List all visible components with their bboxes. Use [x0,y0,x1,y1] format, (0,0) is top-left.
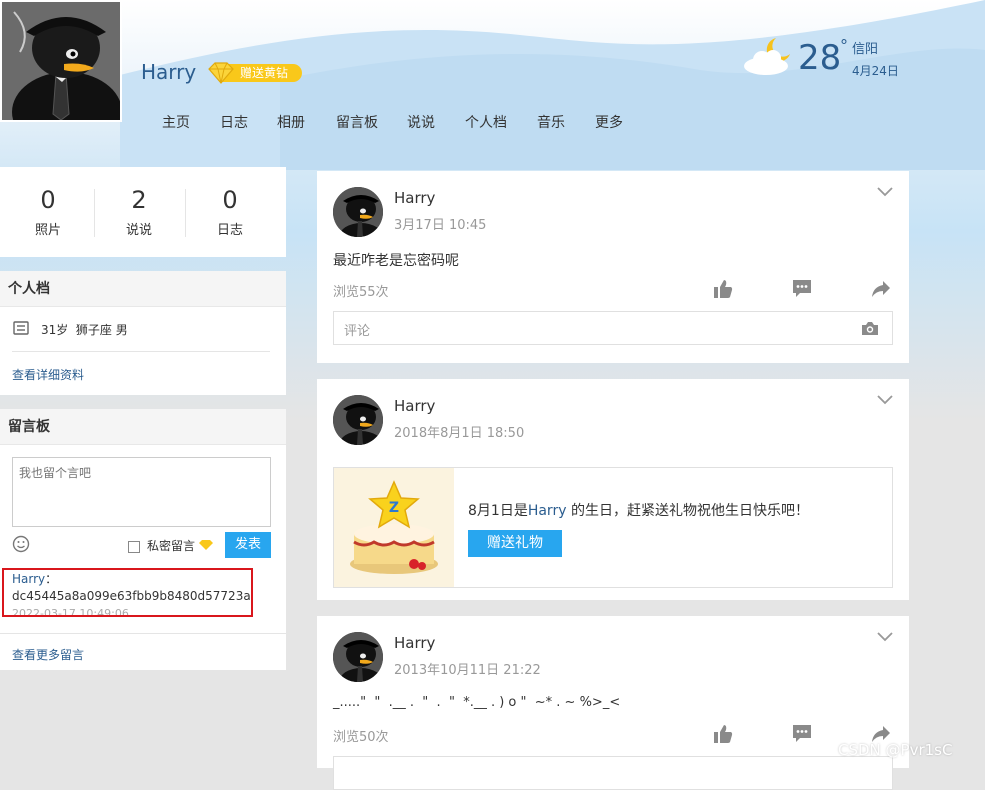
post-views: 浏览55次 [333,285,389,300]
like-icon[interactable] [713,279,733,299]
send-gift-button[interactable]: 赠送礼物 [468,530,562,557]
birthday-name[interactable]: Harry [528,503,567,519]
chevron-down-icon[interactable] [877,632,893,642]
stat-blogs-label: 日志 [216,223,243,238]
birthday-card: Z 8月1日是Harry 的生日，赶紧送礼物祝他生日快乐吧！ 赠送礼物 [333,467,893,588]
view-details-link[interactable]: 查看详细资料 [12,366,84,383]
weather-city: 信阳 [852,42,879,57]
private-checkbox[interactable] [128,541,140,553]
avatar[interactable] [333,395,383,445]
diamond-icon [199,540,213,550]
birthday-suffix: 的生日，赶紧送礼物祝他生日快乐吧！ [566,503,809,519]
stat-photos-value: 0 [40,186,56,214]
stat-moods[interactable]: 2 说说 [99,185,179,238]
weather-temperature: 28 [798,38,842,78]
profile-panel: 个人档 31岁 狮子座 男 查看详细资料 [0,271,286,395]
post-author[interactable]: Harry [394,397,435,415]
stat-moods-value: 2 [131,186,147,214]
private-label: 私密留言 [147,539,196,553]
avatar[interactable] [333,187,383,237]
stat-divider [185,189,186,237]
camera-icon[interactable] [861,321,879,336]
feed-post: Harry 2018年8月1日 18:50 Z 8月1日是Harry 的生日，赶… [317,379,909,600]
comment-placeholder: 评论 [344,324,371,339]
nav-album[interactable]: 相册 [277,112,305,132]
weather-widget: 28 ° 信阳 4月24日 [742,34,912,82]
divider [0,633,286,634]
birthday-cake-image: Z [334,468,454,587]
post-time: 2013年10月11日 21:22 [394,663,541,678]
comment-icon[interactable] [792,724,812,744]
partly-sunny-icon [744,38,790,75]
comment-input[interactable] [333,756,893,790]
stats-panel: 0 照片 2 说说 0 日志 [0,167,286,257]
avatar[interactable] [333,632,383,682]
message-board-panel: 留言板 私密留言 发表 Harry： dc45445a8a099e63fbb9b… [0,409,286,670]
diamond-icon [208,62,234,84]
weather-degree: ° [840,36,848,55]
birthday-message: 8月1日是Harry 的生日，赶紧送礼物祝他生日快乐吧！ [468,500,809,520]
feed-post: Harry 3月17日 10:45 最近咋老是忘密码呢 浏览55次 评论 [317,171,909,363]
post-views: 浏览50次 [333,730,389,745]
highlight-box [2,568,253,617]
profile-title: 个人档 [0,271,286,307]
post-time: 3月17日 10:45 [394,218,487,233]
share-icon[interactable] [871,280,891,298]
stat-photos[interactable]: 0 照片 [8,185,88,238]
nav-blog[interactable]: 日志 [220,112,248,132]
message-input[interactable] [12,457,271,527]
chevron-down-icon[interactable] [877,187,893,197]
owner-name[interactable]: Harry [141,60,196,84]
post-author[interactable]: Harry [394,634,435,652]
more-messages-link[interactable]: 查看更多留言 [12,646,84,663]
id-card-icon [13,321,29,335]
watermark: CSDN @Pvr1sC [838,741,953,759]
divider [12,351,270,352]
nav-music[interactable]: 音乐 [537,112,565,132]
svg-text:Z: Z [389,500,399,516]
like-icon[interactable] [713,724,733,744]
post-time: 2018年8月1日 18:50 [394,426,525,441]
profile-info: 31岁 狮子座 男 [41,323,128,337]
owner-avatar[interactable] [0,0,122,122]
nav-message-board[interactable]: 留言板 [336,112,378,132]
stat-moods-label: 说说 [125,223,152,238]
post-text: 最近咋老是忘密码呢 [333,253,459,269]
weather-date: 4月24日 [852,64,899,78]
message-board-title: 留言板 [0,409,286,445]
chevron-down-icon[interactable] [877,395,893,405]
gift-diamond-button[interactable]: 赠送黄钻 [206,61,304,84]
stat-divider [94,189,95,237]
stat-blogs[interactable]: 0 日志 [190,185,270,238]
stat-blogs-value: 0 [222,186,238,214]
nav-more[interactable]: 更多 [595,112,623,132]
nav-home[interactable]: 主页 [162,112,190,132]
post-author[interactable]: Harry [394,189,435,207]
nav-profile[interactable]: 个人档 [465,112,507,132]
birthday-prefix: 8月1日是 [468,503,528,519]
comment-icon[interactable] [792,279,812,299]
feed-post: Harry 2013年10月11日 21:22 _....." " .__ . … [317,616,909,790]
post-text: _....." " .__ . " . " *.__ . ) o " ~* . … [333,695,621,710]
stat-photos-label: 照片 [34,223,61,238]
hills-decoration [120,0,985,170]
publish-button[interactable]: 发表 [225,532,271,558]
emoji-icon[interactable] [12,535,30,553]
comment-input[interactable]: 评论 [333,311,893,345]
nav-moods[interactable]: 说说 [407,112,435,132]
